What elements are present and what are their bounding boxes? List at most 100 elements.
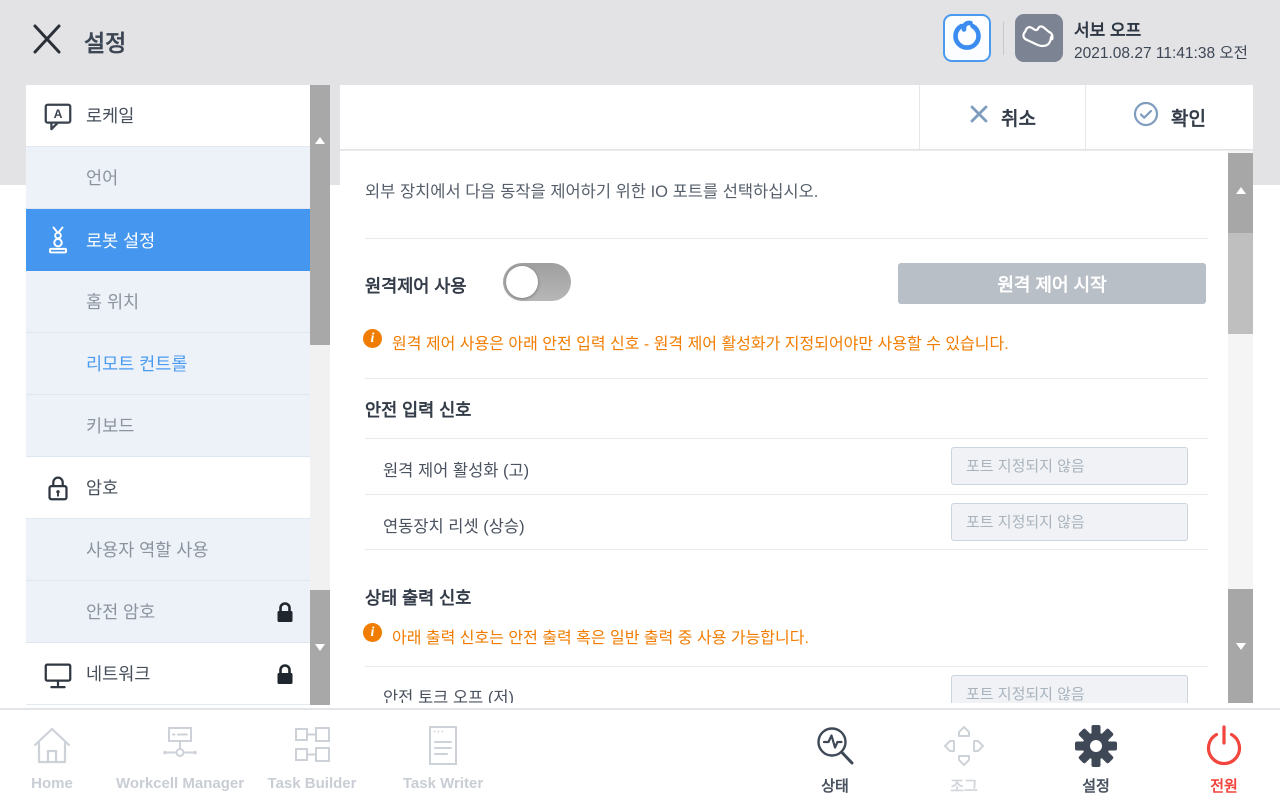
- output-info-row: i 아래 출력 신호는 안전 출력 혹은 일반 출력 중 사용 가능합니다.: [363, 623, 809, 648]
- nav-power[interactable]: 전원: [1164, 720, 1280, 796]
- sidebar-item-robot-settings[interactable]: 로봇 설정: [26, 209, 310, 271]
- direct-teaching-button[interactable]: [943, 14, 991, 62]
- sidebar-item-user-role[interactable]: 사용자 역할 사용: [26, 519, 310, 581]
- settings-gear-icon: [1036, 720, 1156, 772]
- nav-label: Task Writer: [363, 775, 523, 792]
- servo-status-text: 서보 오프: [1074, 16, 1141, 41]
- page-title: 설정: [84, 24, 126, 58]
- remote-control-toggle-label: 원격제어 사용: [365, 273, 466, 298]
- port-select-interlock-reset[interactable]: [951, 503, 1188, 541]
- sidebar-scroll-down-button[interactable]: [310, 590, 330, 705]
- cancel-x-icon: [969, 104, 989, 130]
- sidebar-item-label: 홈 위치: [86, 289, 139, 314]
- divider: [365, 378, 1208, 379]
- sidebar-item-label: 사용자 역할 사용: [86, 537, 208, 562]
- sidebar-item-label: 리모트 컨트롤: [86, 351, 187, 376]
- sidebar-scrollbar-thumb[interactable]: [310, 85, 330, 345]
- settings-sidebar: A 로케일 언어 로봇 설정 홈 위치 리모트 컨트롤 키보드: [26, 85, 330, 705]
- content-scrollbar[interactable]: [1228, 151, 1253, 703]
- sidebar-item-language[interactable]: 언어: [26, 147, 310, 209]
- sidebar-item-network[interactable]: 네트워크: [26, 643, 310, 705]
- field-label-safe-torque-off: 안전 토크 오프 (저): [383, 684, 514, 703]
- content-action-bar: 취소 확인: [340, 85, 1253, 149]
- hand-icon: [1019, 16, 1059, 61]
- sidebar-item-label: 로봇 설정: [86, 228, 155, 253]
- sidebar-item-label: 로케일: [86, 103, 134, 128]
- nav-jog[interactable]: 조그: [904, 720, 1024, 796]
- field-label-interlock-reset: 연동장치 리셋 (상승): [383, 513, 525, 537]
- power-icon: [1164, 720, 1280, 772]
- nav-label: 전원: [1164, 775, 1280, 796]
- network-icon: [42, 658, 74, 690]
- nav-label: 조그: [904, 775, 1024, 796]
- scroll-down-icon: [1236, 643, 1246, 650]
- sidebar-item-label: 암호: [86, 475, 118, 500]
- content-scrollbar-thumb[interactable]: [1228, 233, 1253, 334]
- content-scroll-up-button[interactable]: [1228, 153, 1253, 233]
- toggle-knob: [506, 266, 538, 298]
- remote-control-start-button[interactable]: 원격 제어 시작: [898, 263, 1206, 304]
- jog-dpad-icon: [904, 720, 1024, 772]
- nav-task-writer[interactable]: Task Writer: [363, 720, 523, 792]
- sidebar-item-safety-password[interactable]: 안전 암호: [26, 581, 310, 643]
- sidebar-item-remote-control[interactable]: 리모트 컨트롤: [26, 333, 310, 395]
- divider: [365, 238, 1208, 239]
- status-output-heading: 상태 출력 신호: [365, 585, 471, 610]
- nav-label: 상태: [775, 775, 895, 796]
- content-scroll-down-button[interactable]: [1228, 589, 1253, 703]
- nav-label: 설정: [1036, 775, 1156, 796]
- confirm-label: 확인: [1171, 104, 1206, 131]
- sidebar-item-keyboard[interactable]: 키보드: [26, 395, 310, 457]
- sidebar-item-label: 안전 암호: [86, 599, 155, 624]
- port-select-safe-torque-off[interactable]: [951, 675, 1188, 703]
- sidebar-item-home-position[interactable]: 홈 위치: [26, 271, 310, 333]
- sidebar-item-label: 키보드: [86, 413, 134, 438]
- cancel-button[interactable]: 취소: [919, 85, 1085, 149]
- divider: [365, 438, 1208, 439]
- scroll-up-icon: [1236, 187, 1246, 194]
- close-icon: [28, 45, 66, 62]
- instruction-text: 외부 장치에서 다음 동작을 제어하기 위한 IO 포트를 선택하십시오.: [365, 178, 818, 202]
- title-bar: 설정 서보 오프 2021.08.27 11:41:38 오전: [0, 0, 1280, 85]
- divider: [365, 494, 1208, 495]
- nav-home[interactable]: Home: [2, 720, 102, 792]
- home-icon: [2, 720, 102, 772]
- robot-icon: [42, 224, 74, 256]
- datetime-text: 2021.08.27 11:41:38 오전: [1074, 41, 1248, 63]
- svg-text:A: A: [54, 106, 63, 120]
- cancel-label: 취소: [1001, 104, 1036, 131]
- info-icon: i: [363, 623, 382, 642]
- info-icon: i: [363, 329, 382, 348]
- locked-icon: [273, 600, 297, 629]
- remote-info-text: 원격 제어 사용은 아래 안전 입력 신호 - 원격 제어 활성화가 지정되어야…: [392, 329, 1009, 354]
- nav-settings[interactable]: 설정: [1036, 720, 1156, 796]
- scroll-up-icon: [315, 137, 325, 144]
- remote-control-toggle[interactable]: [503, 263, 571, 301]
- sidebar-item-locale[interactable]: A 로케일: [26, 85, 310, 147]
- scroll-down-icon: [315, 644, 325, 651]
- safety-input-heading: 안전 입력 신호: [365, 397, 471, 422]
- divider: [365, 549, 1208, 550]
- field-label-remote-enable: 원격 제어 활성화 (고): [383, 457, 529, 481]
- remote-info-row: i 원격 제어 사용은 아래 안전 입력 신호 - 원격 제어 활성화가 지정되…: [363, 329, 1009, 354]
- divider: [365, 666, 1208, 667]
- sidebar-scrollbar[interactable]: [310, 85, 330, 705]
- nav-label: Home: [2, 775, 102, 792]
- header-divider: [1003, 22, 1004, 55]
- locked-icon: [273, 662, 297, 691]
- password-lock-icon: [42, 472, 74, 504]
- robot-gripper-icon: [949, 18, 985, 59]
- sidebar-item-password[interactable]: 암호: [26, 457, 310, 519]
- confirm-check-icon: [1133, 101, 1159, 133]
- confirm-button[interactable]: 확인: [1085, 85, 1253, 149]
- sidebar-item-label: 네트워크: [86, 661, 150, 686]
- output-info-text: 아래 출력 신호는 안전 출력 혹은 일반 출력 중 사용 가능합니다.: [392, 623, 809, 648]
- bottom-navigation-bar: Home Workcell Manager Task Builder: [0, 708, 1280, 808]
- remote-control-settings-panel: 외부 장치에서 다음 동작을 제어하기 위한 IO 포트를 선택하십시오. 원격…: [340, 150, 1253, 703]
- port-select-remote-enable[interactable]: [951, 447, 1188, 485]
- action-bar-spacer: [340, 85, 919, 149]
- locale-icon: A: [42, 100, 74, 132]
- close-settings-button[interactable]: [28, 20, 66, 58]
- nav-status[interactable]: 상태: [775, 720, 895, 796]
- hand-guide-status-button[interactable]: [1015, 14, 1063, 62]
